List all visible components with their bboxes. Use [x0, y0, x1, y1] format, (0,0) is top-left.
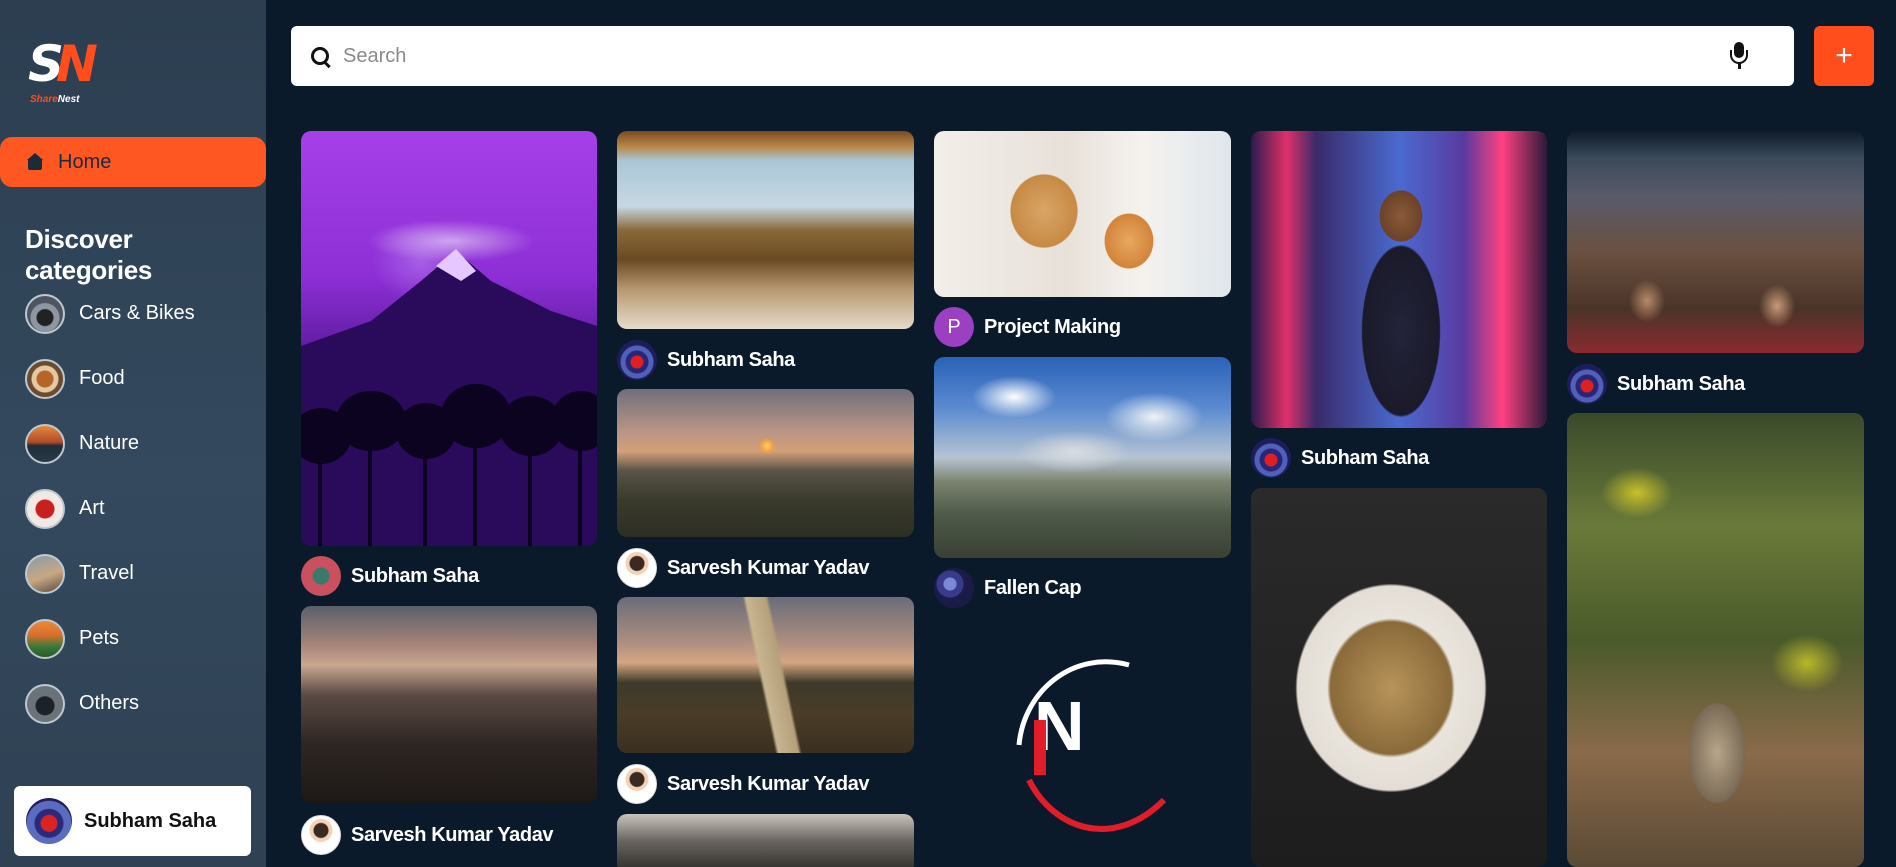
- logo-text-nest: Nest: [57, 94, 80, 105]
- category-travel[interactable]: Travel: [25, 541, 195, 606]
- pin-author[interactable]: Subham Saha: [1567, 364, 1745, 404]
- author-name: Sarvesh Kumar Yadav: [667, 772, 870, 795]
- author-name: Sarvesh Kumar Yadav: [667, 556, 870, 579]
- pin-author[interactable]: Sarvesh Kumar Yadav: [301, 815, 554, 855]
- avatar: [617, 764, 657, 804]
- category-nature[interactable]: Nature: [25, 411, 195, 476]
- author-name: Subham Saha: [1617, 372, 1745, 395]
- pin-image-neon-character[interactable]: [1251, 131, 1547, 428]
- category-thumbnail: [25, 358, 65, 399]
- home-icon: [26, 153, 44, 171]
- category-thumbnail: [25, 293, 65, 334]
- avatar: [934, 568, 974, 608]
- pin-image-cloudy-railway[interactable]: [934, 357, 1231, 558]
- category-label: Cars & Bikes: [79, 302, 195, 324]
- category-thumbnail: [25, 618, 65, 659]
- pin-image-noodles[interactable]: [1251, 488, 1547, 867]
- user-name: Subham Saha: [84, 809, 217, 832]
- sharenest-logo[interactable]: SN ShareNest: [26, 34, 98, 108]
- author-name: Subham Saha: [667, 348, 795, 371]
- category-thumbnail: [25, 488, 65, 529]
- search-input[interactable]: [343, 36, 1794, 76]
- author-name: Fallen Cap: [984, 576, 1082, 599]
- mountain-silhouette: [301, 249, 597, 546]
- pin-image-hillside-town[interactable]: [301, 606, 597, 803]
- add-pin-button[interactable]: +: [1814, 26, 1874, 86]
- avatar: P: [934, 307, 974, 347]
- author-name: Project Making: [984, 315, 1121, 338]
- pin-image-n-logo[interactable]: N: [934, 630, 1231, 850]
- author-name: Sarvesh Kumar Yadav: [351, 823, 554, 846]
- author-name: Subham Saha: [351, 564, 479, 587]
- author-name: Subham Saha: [1301, 446, 1429, 469]
- pin-author[interactable]: Sarvesh Kumar Yadav: [617, 548, 870, 588]
- pin-image-purple-mountain[interactable]: [301, 131, 597, 546]
- pin-image-sunset-field[interactable]: [617, 389, 914, 537]
- category-cars-bikes[interactable]: Cars & Bikes: [25, 281, 195, 346]
- pin-image-blurred[interactable]: [617, 814, 914, 867]
- category-label: Art: [79, 497, 105, 519]
- sidebar-item-home[interactable]: Home: [0, 137, 266, 187]
- avatar: [617, 340, 657, 380]
- pin-author[interactable]: Subham Saha: [617, 340, 795, 380]
- avatar: [26, 798, 72, 844]
- category-thumbnail: [25, 423, 65, 464]
- discover-categories-heading: Discover categories: [25, 224, 153, 285]
- category-label: Travel: [79, 562, 134, 584]
- category-thumbnail: [25, 553, 65, 594]
- category-food[interactable]: Food: [25, 346, 195, 411]
- pin-author[interactable]: Sarvesh Kumar Yadav: [617, 764, 870, 804]
- category-label: Others: [79, 692, 140, 714]
- pin-author[interactable]: Fallen Cap: [934, 568, 1082, 608]
- avatar: [617, 548, 657, 588]
- microphone-icon[interactable]: [1728, 42, 1750, 70]
- sidebar: SN ShareNest Home Discover categories Ca…: [0, 0, 266, 867]
- avatar: [1251, 438, 1291, 478]
- category-label: Nature: [79, 432, 140, 454]
- pin-author[interactable]: Subham Saha: [301, 556, 479, 596]
- avatar: [1567, 364, 1607, 404]
- pin-image-road-sunset[interactable]: [617, 597, 914, 753]
- search-bar: [291, 26, 1794, 86]
- pin-author[interactable]: P Project Making: [934, 307, 1121, 347]
- logo-text: ShareNest: [30, 94, 79, 105]
- pin-author[interactable]: Subham Saha: [1251, 438, 1429, 478]
- category-thumbnail: [25, 683, 65, 724]
- logo-mark: SN: [28, 35, 98, 93]
- avatar: [301, 815, 341, 855]
- avatar: [301, 556, 341, 596]
- sidebar-item-label: Home: [58, 150, 112, 173]
- pin-image-concert-crowd[interactable]: [1567, 131, 1864, 353]
- user-profile-button[interactable]: Subham Saha: [14, 786, 251, 856]
- pin-image-cozy-room[interactable]: [617, 131, 914, 329]
- n-logo-graphic: N: [1016, 659, 1167, 832]
- logo-text-share: Share: [30, 94, 58, 105]
- pin-image-leaves-nest[interactable]: [1567, 413, 1864, 867]
- category-art[interactable]: Art: [25, 476, 195, 541]
- category-list: Cars & Bikes Food Nature Art Travel Pets…: [25, 281, 195, 736]
- pin-image-puppy-kitten[interactable]: [934, 131, 1231, 297]
- category-label: Pets: [79, 627, 120, 649]
- category-others[interactable]: Others: [25, 671, 195, 736]
- category-label: Food: [79, 367, 125, 389]
- search-icon: [309, 45, 331, 67]
- category-pets[interactable]: Pets: [25, 606, 195, 671]
